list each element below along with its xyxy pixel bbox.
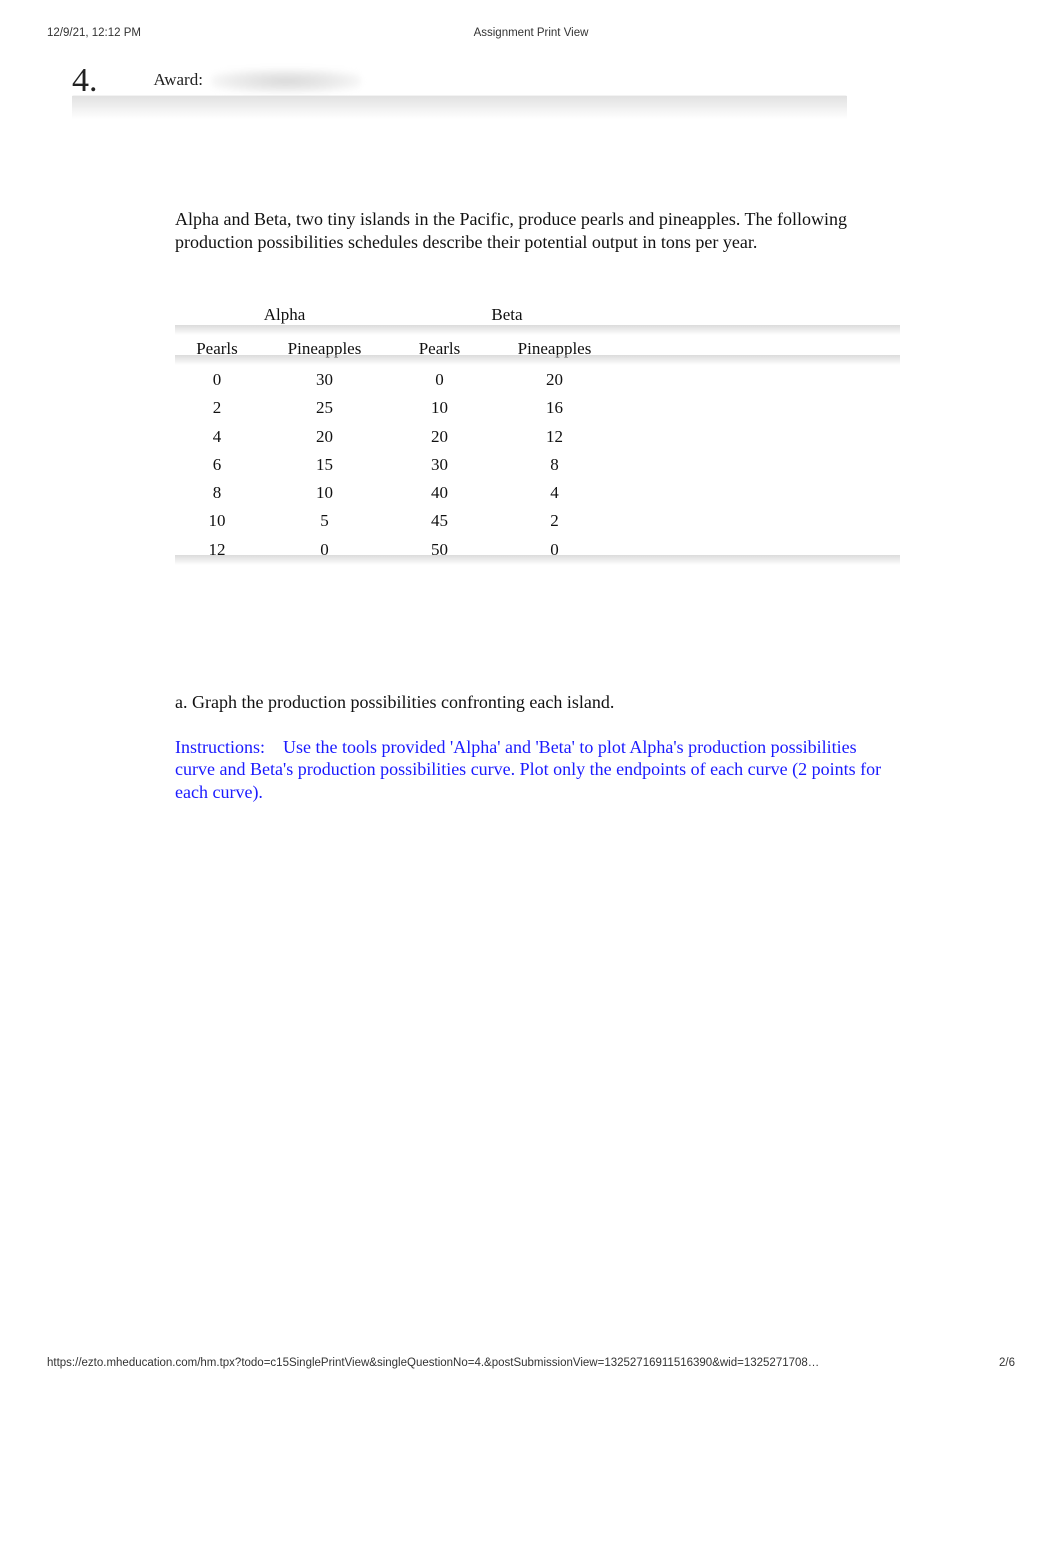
table-group-header-row: Alpha Beta — [177, 301, 622, 329]
table-row: 0 30 0 20 — [177, 366, 622, 394]
cell: 5 — [257, 507, 392, 535]
table-col-header-row: Pearls Pineapples Pearls Pineapples — [177, 329, 622, 365]
instructions-paragraph: Instructions: Use the tools provided 'Al… — [175, 736, 895, 804]
cell: 30 — [392, 450, 487, 478]
cell: 30 — [257, 366, 392, 394]
question-content: Alpha and Beta, two tiny islands in the … — [175, 208, 895, 803]
cell: 10 — [177, 507, 257, 535]
intro-paragraph: Alpha and Beta, two tiny islands in the … — [175, 208, 895, 253]
cell: 40 — [392, 479, 487, 507]
cell: 16 — [487, 394, 622, 422]
cell: 20 — [392, 422, 487, 450]
ppf-table-container: Alpha Beta Pearls Pineapples Pearls Pine… — [175, 301, 895, 563]
cell: 2 — [487, 507, 622, 535]
cell: 12 — [177, 535, 257, 563]
cell: 8 — [177, 479, 257, 507]
cell: 25 — [257, 394, 392, 422]
cell: 8 — [487, 450, 622, 478]
divider — [72, 95, 847, 119]
cell: 10 — [392, 394, 487, 422]
table-row: 8 10 40 4 — [177, 479, 622, 507]
question-number: 4. — [72, 62, 98, 100]
table-row: 12 0 50 0 — [177, 535, 622, 563]
award-label: Award: — [154, 69, 362, 93]
col-header-alpha-pearls: Pearls — [177, 329, 257, 365]
cell: 0 — [177, 366, 257, 394]
award-value-blurred — [211, 69, 361, 93]
group-header-beta: Beta — [392, 301, 622, 329]
footer-page: 2/6 — [999, 1357, 1015, 1369]
ppf-table: Alpha Beta Pearls Pineapples Pearls Pine… — [177, 301, 622, 563]
cell: 15 — [257, 450, 392, 478]
part-a-text: a. Graph the production possibilities co… — [175, 691, 895, 714]
cell: 0 — [392, 366, 487, 394]
header-title: Assignment Print View — [0, 27, 1062, 39]
cell: 6 — [177, 450, 257, 478]
instructions-label: Instructions: — [175, 737, 265, 757]
cell: 12 — [487, 422, 622, 450]
footer-url: https://ezto.mheducation.com/hm.tpx?todo… — [47, 1357, 819, 1369]
award-label-text: Award: — [154, 69, 203, 88]
col-header-beta-pineapples: Pineapples — [487, 329, 622, 365]
cell: 45 — [392, 507, 487, 535]
table-row: 2 25 10 16 — [177, 394, 622, 422]
cell: 0 — [257, 535, 392, 563]
table-row: 6 15 30 8 — [177, 450, 622, 478]
cell: 20 — [487, 366, 622, 394]
col-header-beta-pearls: Pearls — [392, 329, 487, 365]
table-row: 4 20 20 12 — [177, 422, 622, 450]
cell: 10 — [257, 479, 392, 507]
cell: 4 — [487, 479, 622, 507]
group-header-alpha: Alpha — [177, 301, 392, 329]
cell: 4 — [177, 422, 257, 450]
cell: 50 — [392, 535, 487, 563]
instructions-text: Use the tools provided 'Alpha' and 'Beta… — [175, 737, 881, 802]
col-header-alpha-pineapples: Pineapples — [257, 329, 392, 365]
cell: 20 — [257, 422, 392, 450]
cell: 0 — [487, 535, 622, 563]
cell: 2 — [177, 394, 257, 422]
table-row: 10 5 45 2 — [177, 507, 622, 535]
